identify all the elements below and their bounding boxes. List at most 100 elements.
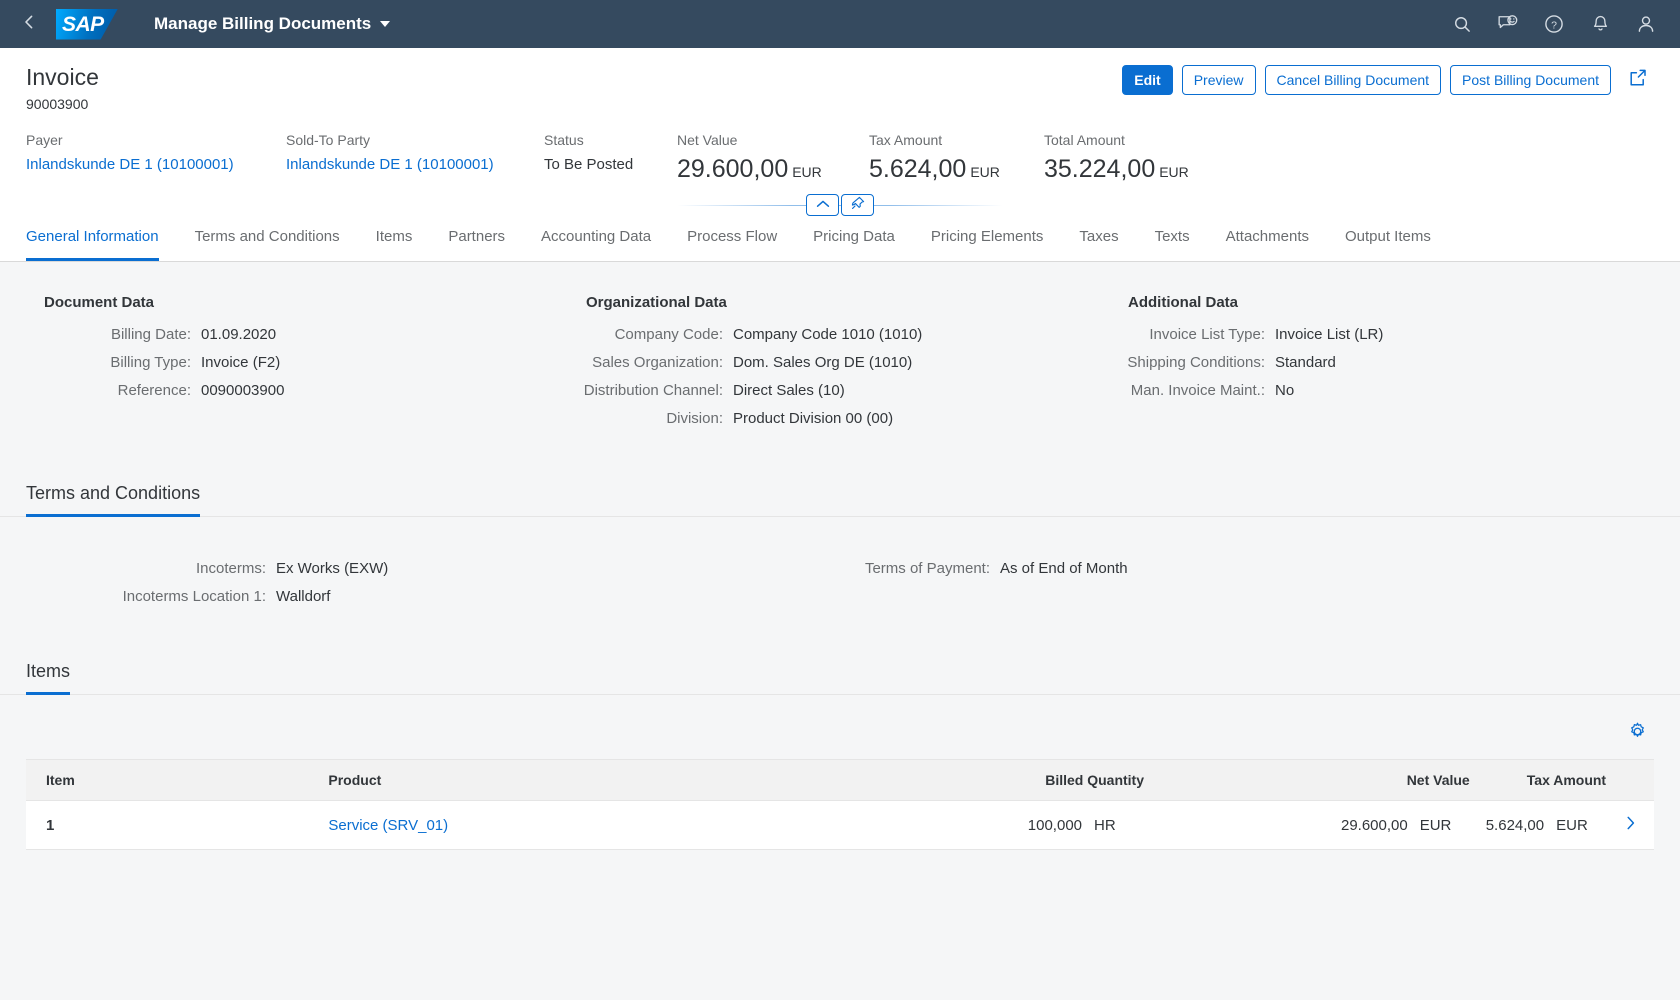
table-row[interactable]: 1 Service (SRV_01) 100,000 HR 29.600,00 …	[26, 800, 1654, 850]
facet-label: Tax Amount	[869, 132, 943, 148]
field-label: Reference:	[117, 382, 191, 399]
anchor-tab-bar: General Information Terms and Conditions…	[0, 218, 1680, 262]
cell-net-value: 29.600,00 EUR	[1152, 800, 1478, 850]
field-reference: Reference: 0090003900	[26, 381, 568, 401]
tab-texts[interactable]: Texts	[1155, 227, 1190, 261]
facet-value-sold-to-party[interactable]: Inlandskunde DE 1 (10100001)	[286, 155, 510, 175]
edit-button[interactable]: Edit	[1122, 65, 1173, 95]
tab-taxes[interactable]: Taxes	[1079, 227, 1118, 261]
back-button[interactable]	[10, 5, 48, 43]
cell-billed-quantity: 100,000 HR	[811, 800, 1153, 850]
sap-logo[interactable]: SAP	[56, 8, 118, 40]
tab-pricing-data[interactable]: Pricing Data	[813, 227, 895, 261]
app-title-menu[interactable]: Manage Billing Documents	[146, 9, 398, 39]
tax-amount-number: 5.624,00	[869, 155, 967, 183]
field-value: Standard	[1275, 354, 1336, 371]
items-table-body: 1 Service (SRV_01) 100,000 HR 29.600,00 …	[26, 800, 1654, 850]
header-actions: Edit Preview Cancel Billing Document Pos…	[1122, 62, 1654, 95]
field-value: Company Code 1010 (1010)	[733, 326, 923, 343]
column-header-tax-amount[interactable]: Tax Amount	[1477, 759, 1615, 801]
field-label: Incoterms:	[195, 560, 266, 577]
tax-amount-cell-currency: EUR	[1556, 816, 1588, 834]
preview-button[interactable]: Preview	[1181, 65, 1256, 95]
tax-amount-currency: EUR	[970, 164, 1000, 180]
field-label: Distribution Channel:	[583, 382, 723, 399]
pin-header-button[interactable]	[841, 194, 874, 216]
tab-general-information[interactable]: General Information	[26, 227, 159, 261]
items-table: Item Product Billed Quantity Net Value T…	[26, 759, 1654, 850]
app-title: Manage Billing Documents	[154, 14, 372, 33]
column-header-navigation	[1614, 759, 1654, 801]
total-amount-currency: EUR	[1159, 164, 1189, 180]
column-header-item[interactable]: Item	[26, 759, 321, 801]
cancel-billing-document-button[interactable]: Cancel Billing Document	[1264, 65, 1442, 95]
facet-net-value: Net Value 29.600,00 EUR	[677, 130, 869, 186]
row-navigation-button[interactable]	[1614, 800, 1654, 850]
product-link[interactable]: Service (SRV_01)	[328, 817, 448, 834]
column-header-product[interactable]: Product	[320, 759, 812, 801]
share-button[interactable]	[1622, 65, 1654, 95]
facet-tax-amount: Tax Amount 5.624,00 EUR	[869, 130, 1044, 186]
search-button[interactable]	[1442, 4, 1482, 44]
tab-output-items[interactable]: Output Items	[1345, 227, 1431, 261]
tab-pricing-elements[interactable]: Pricing Elements	[931, 227, 1044, 261]
field-label: Terms of Payment:	[864, 560, 990, 577]
field-value: Invoice (F2)	[201, 354, 281, 371]
notifications-button[interactable]	[1580, 4, 1620, 44]
tab-partners[interactable]: Partners	[448, 227, 505, 261]
field-label: Incoterms Location 1:	[122, 588, 266, 605]
tax-amount-cell-number: 5.624,00	[1485, 816, 1545, 834]
status-badge: To Be Posted	[544, 156, 634, 173]
table-settings-button[interactable]	[1620, 717, 1654, 751]
facet-label: Net Value	[677, 132, 738, 148]
field-label: Billing Type:	[110, 354, 191, 371]
terms-and-conditions-heading-wrap: Terms and Conditions	[0, 481, 1680, 517]
search-icon	[1453, 15, 1472, 34]
additional-data-group: Additional Data Invoice List Type: Invoi…	[1110, 294, 1610, 437]
shell-bar: SAP Manage Billing Documents ?	[0, 0, 1680, 48]
organizational-data-group: Organizational Data Company Code: Compan…	[568, 294, 1110, 437]
help-button[interactable]: ?	[1534, 4, 1574, 44]
svg-text:?: ?	[1551, 19, 1557, 31]
chevron-down-icon	[380, 21, 391, 27]
organizational-data-title: Organizational Data	[586, 294, 727, 311]
items-table-header-row: Item Product Billed Quantity Net Value T…	[26, 759, 1654, 801]
tab-items[interactable]: Items	[376, 227, 413, 261]
field-value: Walldorf	[276, 588, 331, 605]
tab-attachments[interactable]: Attachments	[1226, 227, 1309, 261]
field-label: Shipping Conditions:	[1127, 354, 1265, 371]
header-collapse-bar	[26, 192, 1654, 218]
field-label: Invoice List Type:	[1149, 326, 1265, 343]
total-amount-amount: 35.224,00 EUR	[1044, 155, 1189, 186]
tab-terms-and-conditions[interactable]: Terms and Conditions	[195, 227, 340, 261]
tab-process-flow[interactable]: Process Flow	[687, 227, 777, 261]
facet-value-payer[interactable]: Inlandskunde DE 1 (10100001)	[26, 155, 252, 175]
header-facets: Payer Inlandskunde DE 1 (10100001) Sold-…	[26, 130, 1654, 190]
field-label: Billing Date:	[110, 326, 191, 343]
field-label: Division:	[666, 410, 723, 427]
column-header-net-value[interactable]: Net Value	[1152, 759, 1478, 801]
additional-data-title: Additional Data	[1128, 294, 1239, 311]
post-billing-document-button[interactable]: Post Billing Document	[1450, 65, 1611, 95]
field-label: Company Code:	[614, 326, 723, 343]
general-information-section: Document Data Billing Date: 01.09.2020 B…	[0, 262, 1680, 437]
collapse-header-button[interactable]	[806, 194, 839, 216]
field-value: Direct Sales (10)	[733, 382, 845, 399]
field-invoice-list-type: Invoice List Type: Invoice List (LR)	[1110, 325, 1610, 345]
items-heading: Items	[26, 659, 71, 695]
terms-and-conditions-heading: Terms and Conditions	[26, 481, 201, 517]
feedback-button[interactable]	[1488, 4, 1528, 44]
field-value: As of End of Month	[1000, 560, 1128, 577]
general-information-form: Document Data Billing Date: 01.09.2020 B…	[26, 262, 1654, 437]
feedback-icon	[1497, 14, 1519, 34]
facet-sold-to-party: Sold-To Party Inlandskunde DE 1 (1010000…	[286, 130, 544, 186]
terms-and-conditions-form: Incoterms: Ex Works (EXW) Incoterms Loca…	[0, 517, 1680, 615]
user-avatar-button[interactable]	[1626, 4, 1666, 44]
object-page-header: Invoice 90003900 Edit Preview Cancel Bil…	[0, 48, 1680, 218]
title-block: Invoice 90003900	[26, 62, 1122, 112]
chevron-right-icon	[1625, 816, 1637, 835]
tab-accounting-data[interactable]: Accounting Data	[541, 227, 651, 261]
net-value-amount: 29.600,00 EUR	[677, 155, 835, 186]
field-value: 01.09.2020	[201, 326, 277, 343]
column-header-billed-quantity[interactable]: Billed Quantity	[811, 759, 1153, 801]
